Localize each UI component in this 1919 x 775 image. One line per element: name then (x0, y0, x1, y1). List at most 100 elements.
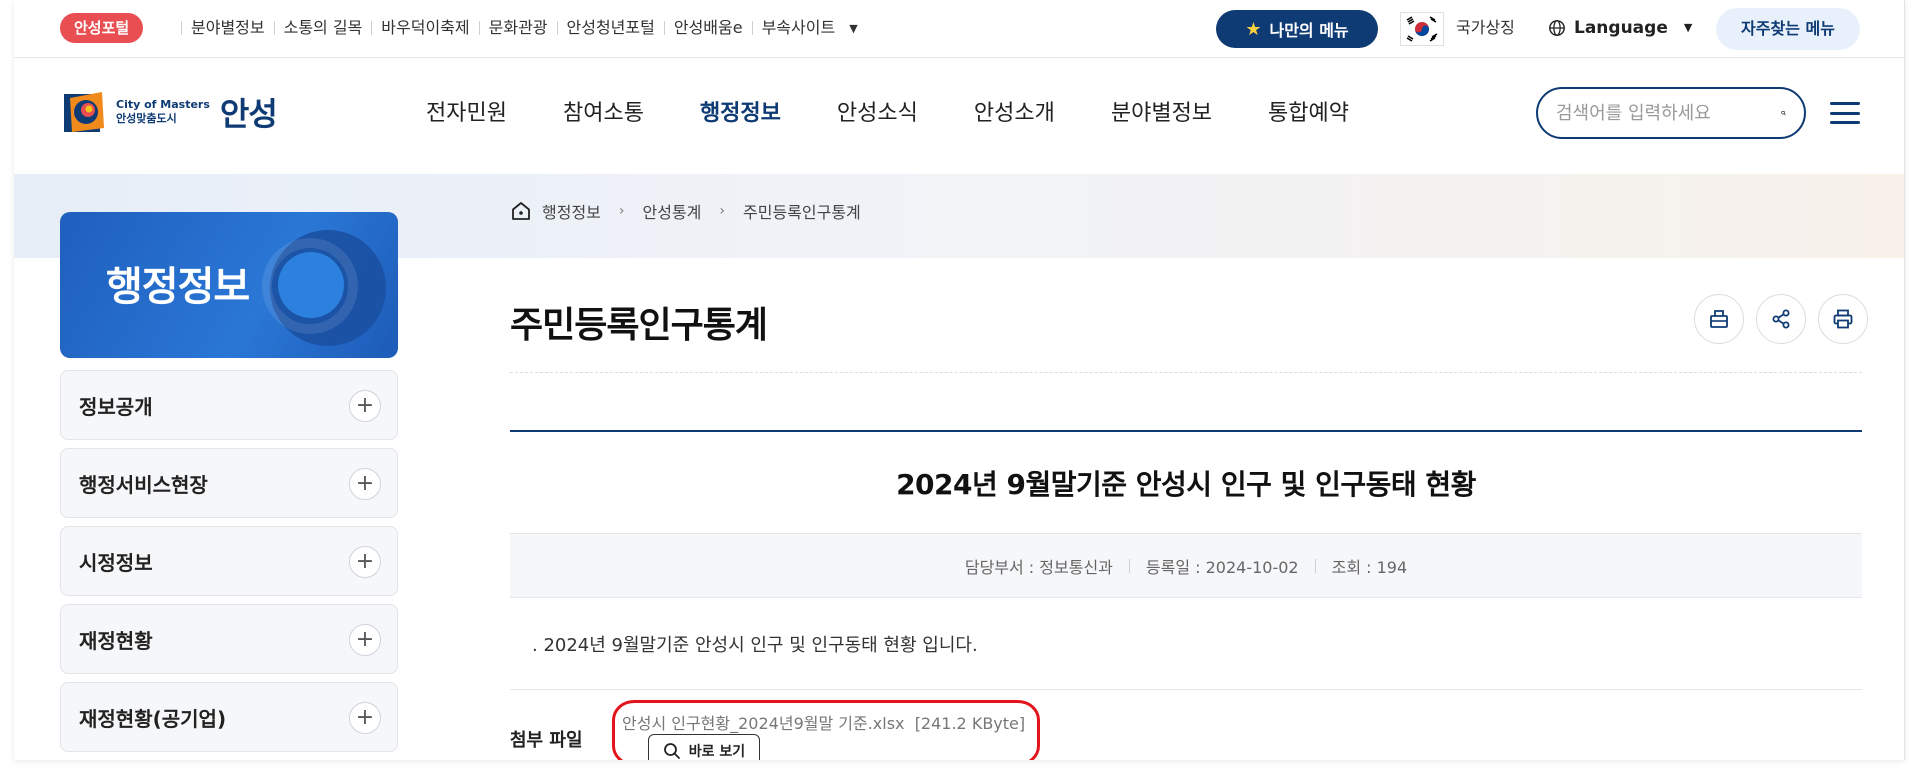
logo-name: 안성 (219, 95, 278, 133)
divider (181, 21, 182, 35)
breadcrumb-item[interactable]: 안성통계 (643, 199, 702, 223)
attachment-file-link[interactable]: 안성시 인구현황_2024년9월말 기준.xlsx [241.2 KByte] (622, 710, 1025, 734)
magnifier-icon (663, 743, 680, 759)
divider (510, 372, 1862, 373)
national-symbol-link[interactable]: 국가상징 (1456, 13, 1515, 43)
language-selector[interactable]: Language ▼ (1548, 13, 1692, 43)
article-body: . 2024년 9월말기준 안성시 인구 및 인구동태 현황 입니다. (510, 598, 1862, 690)
hamburger-menu-icon[interactable] (1830, 98, 1860, 128)
browser-page: 안성포털 분야별정보 소통의 길목 바우덕이축제 문화관광 안성청년포털 안성배… (14, 0, 1905, 760)
util-link-baudeogi-festival[interactable]: 바우덕이축제 (381, 13, 469, 43)
util-link-learning[interactable]: 안성배움e (674, 13, 743, 43)
plus-icon[interactable]: + (349, 390, 381, 422)
plus-icon[interactable]: + (349, 468, 381, 500)
print-button[interactable] (1818, 294, 1868, 344)
attachment-label: 첨부 파일 (510, 730, 583, 751)
attachment-filename: 안성시 인구현황_2024년9월말 기준.xlsx (622, 714, 905, 733)
sidebar-menu: 정보공개 + 행정서비스현장 + 시정정보 + 재정현황 + 재정현황(공기업)… (60, 370, 398, 760)
nav-item-news[interactable]: 안성소식 (837, 96, 918, 132)
page-title: 주민등록인구통계 (510, 305, 768, 346)
chevron-right-icon: › (719, 203, 725, 219)
article-views: 조회 : 194 (1331, 557, 1408, 577)
article-title: 2024년 9월말기준 안성시 인구 및 인구동태 현황 (896, 467, 1476, 501)
util-link-youth-portal[interactable]: 안성청년포털 (567, 13, 655, 43)
sidebar-title: 행정정보 (106, 264, 250, 310)
util-link-field-info[interactable]: 분야별정보 (191, 13, 265, 43)
sidebar-item-city-info[interactable]: 시정정보 + (60, 526, 398, 596)
util-link-affiliated-sites[interactable]: 부속사이트 (762, 13, 836, 43)
article-title-row: 2024년 9월말기준 안성시 인구 및 인구동태 현황 (510, 432, 1862, 534)
divider (556, 21, 558, 35)
divider (478, 21, 480, 35)
quick-view-label: 바로 보기 (688, 744, 746, 760)
sidebar-item-admin-service[interactable]: 행정서비스현장 + (60, 448, 398, 518)
decorative-circle (278, 252, 344, 318)
home-icon[interactable] (510, 200, 532, 222)
plus-icon[interactable]: + (349, 546, 381, 578)
divider (371, 21, 373, 35)
divider (751, 21, 753, 35)
sidebar-item-label: 재정현황(공기업) (79, 706, 227, 731)
plus-icon[interactable]: + (349, 624, 381, 656)
search-icon[interactable] (1781, 100, 1786, 126)
breadcrumb-item[interactable]: 행정정보 (542, 199, 601, 223)
my-menu-button[interactable]: ★ 나만의 메뉴 (1216, 10, 1378, 48)
caret-down-icon[interactable]: ▼ (849, 22, 857, 35)
util-link-culture-tourism[interactable]: 문화관광 (489, 13, 548, 43)
share-icon (1772, 309, 1790, 329)
divider (1314, 558, 1316, 573)
util-link-communication[interactable]: 소통의 길목 (284, 13, 363, 43)
bookmark-icon (1710, 310, 1728, 328)
portal-badge[interactable]: 안성포털 (60, 13, 144, 43)
anseong-logo-icon (64, 92, 104, 132)
quick-view-button[interactable]: 바로 보기 (648, 734, 760, 760)
bookmark-button[interactable] (1694, 294, 1744, 344)
global-nav: 전자민원 참여소통 행정정보 안성소식 안성소개 분야별정보 통합예약 (426, 96, 1405, 132)
divider (663, 21, 665, 35)
globe-icon (1549, 20, 1565, 36)
sidebar-item-label: 재정현황 (79, 628, 153, 653)
nav-item-e-civil[interactable]: 전자민원 (426, 96, 507, 132)
attachment-size: [241.2 KByte] (914, 714, 1026, 733)
korean-flag-icon[interactable] (1400, 12, 1444, 46)
frequent-menu-button[interactable]: 자주찾는 메뉴 (1716, 8, 1860, 50)
logo-english: City of Masters (116, 98, 210, 111)
language-label: Language (1574, 18, 1668, 38)
chevron-right-icon: › (618, 203, 625, 219)
sidebar-item-label: 시정정보 (79, 550, 153, 575)
sidebar-title-card: 행정정보 (60, 212, 398, 358)
breadcrumb: 행정정보 › 안성통계 › 주민등록인구통계 (510, 199, 861, 223)
page-tools (1694, 294, 1868, 344)
my-menu-label: 나만의 메뉴 (1269, 21, 1349, 40)
nav-item-reservation[interactable]: 통합예약 (1268, 96, 1349, 132)
site-logo[interactable]: City of Masters 안성맞춤도시 안성 (60, 88, 278, 136)
attachment-row: 첨부 파일 안성시 인구현황_2024년9월말 기준.xlsx [241.2 K… (510, 700, 1862, 760)
article-meta: 담당부서 : 정보통신과 등록일 : 2024-10-02 조회 : 194 (510, 534, 1862, 598)
sidebar-item-finance-public-corp[interactable]: 재정현황(공기업) + (60, 682, 398, 752)
main-header: City of Masters 안성맞춤도시 안성 전자민원 참여소통 행정정보… (14, 58, 1904, 174)
nav-item-field-info[interactable]: 분야별정보 (1111, 96, 1212, 132)
sidebar-item-finance[interactable]: 재정현황 + (60, 604, 398, 674)
utility-links: 분야별정보 소통의 길목 바우덕이축제 문화관광 안성청년포털 안성배움e 부속… (172, 13, 858, 43)
sidebar-item-label: 행정서비스현장 (79, 472, 208, 497)
nav-item-about[interactable]: 안성소개 (974, 96, 1055, 132)
divider (1128, 558, 1130, 573)
plus-icon[interactable]: + (349, 702, 381, 734)
print-icon (1833, 309, 1853, 329)
share-button[interactable] (1756, 294, 1806, 344)
divider (273, 21, 275, 35)
breadcrumb-item[interactable]: 주민등록인구통계 (743, 199, 861, 223)
utility-bar: 안성포털 분야별정보 소통의 길목 바우덕이축제 문화관광 안성청년포털 안성배… (14, 0, 1904, 58)
article-date: 등록일 : 2024-10-02 (1145, 557, 1299, 577)
search-input[interactable] (1556, 102, 1781, 124)
logo-korean-tag: 안성맞춤도시 (116, 112, 177, 125)
nav-item-admin-info[interactable]: 행정정보 (700, 96, 781, 132)
logo-tagline: City of Masters 안성맞춤도시 (116, 98, 210, 126)
caret-down-icon: ▼ (1683, 21, 1693, 34)
article-department: 담당부서 : 정보통신과 (964, 557, 1113, 577)
star-icon: ★ (1245, 18, 1262, 40)
sidebar-item-info-disclosure[interactable]: 정보공개 + (60, 370, 398, 440)
article-body-text: . 2024년 9월말기준 안성시 인구 및 인구동태 현황 입니다. (532, 634, 978, 656)
search-box (1536, 87, 1806, 139)
nav-item-participation[interactable]: 참여소통 (563, 96, 644, 132)
